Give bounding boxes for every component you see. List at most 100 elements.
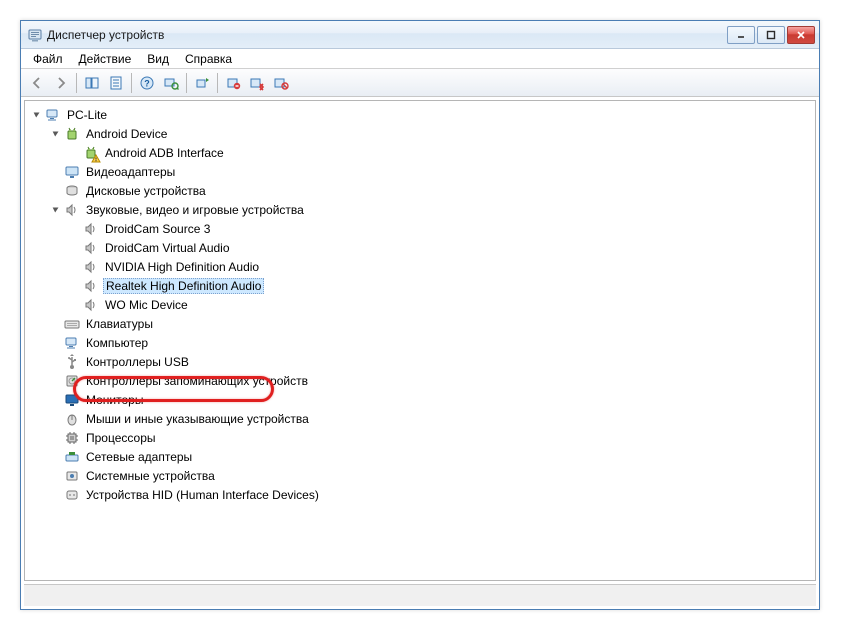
- audio-icon: [83, 240, 99, 256]
- android-warn-icon: [83, 145, 99, 161]
- tree-node-label: Дисковые устройства: [84, 184, 208, 198]
- network-icon: [64, 449, 80, 465]
- tree-node-label: Контроллеры USB: [84, 355, 191, 369]
- expander-open[interactable]: [50, 128, 62, 140]
- usb-icon: [64, 354, 80, 370]
- tree-node[interactable]: DroidCam Virtual Audio: [27, 238, 813, 257]
- window-title: Диспетчер устройств: [47, 28, 727, 42]
- tree-node[interactable]: NVIDIA High Definition Audio: [27, 257, 813, 276]
- device-tree-panel[interactable]: PC-Lite Android Device Android ADB Interfa…: [24, 100, 816, 581]
- tree-node-label: Мыши и иные указывающие устройства: [84, 412, 311, 426]
- computer-icon: [45, 107, 61, 123]
- tree-node[interactable]: Android Device: [27, 124, 813, 143]
- expander-none: [50, 337, 62, 349]
- menu-help[interactable]: Справка: [177, 50, 240, 68]
- svg-text:?: ?: [144, 78, 150, 88]
- audio-icon: [83, 297, 99, 313]
- tree-node[interactable]: Процессоры: [27, 428, 813, 447]
- tree-node-label: DroidCam Virtual Audio: [103, 241, 232, 255]
- uninstall-button[interactable]: [222, 72, 244, 94]
- tree-node[interactable]: Системные устройства: [27, 466, 813, 485]
- mouse-icon: [64, 411, 80, 427]
- expander-none: [50, 432, 62, 444]
- tree-node[interactable]: Устройства HID (Human Interface Devices): [27, 485, 813, 504]
- tree-node-label: Системные устройства: [84, 469, 217, 483]
- enable-button[interactable]: [270, 72, 292, 94]
- computer-icon: [64, 335, 80, 351]
- storage-icon: [64, 373, 80, 389]
- expander-none: [50, 489, 62, 501]
- tree-node[interactable]: Мыши и иные указывающие устройства: [27, 409, 813, 428]
- expander-none: [50, 318, 62, 330]
- window-controls: [727, 26, 815, 44]
- disk-icon: [64, 183, 80, 199]
- show-hide-console-button[interactable]: [81, 72, 103, 94]
- audio-icon: [83, 278, 99, 294]
- hid-icon: [64, 487, 80, 503]
- titlebar: Диспетчер устройств: [21, 21, 819, 49]
- tree-node[interactable]: Realtek High Definition Audio: [27, 276, 813, 295]
- cpu-icon: [64, 430, 80, 446]
- tree-node-label: Компьютер: [84, 336, 150, 350]
- tree-node-label: Realtek High Definition Audio: [103, 278, 264, 294]
- tree-node[interactable]: Компьютер: [27, 333, 813, 352]
- help-button[interactable]: ?: [136, 72, 158, 94]
- menubar: Файл Действие Вид Справка: [21, 49, 819, 69]
- keyboard-icon: [64, 316, 80, 332]
- tree-node[interactable]: Клавиатуры: [27, 314, 813, 333]
- disable-button[interactable]: [246, 72, 268, 94]
- minimize-button[interactable]: [727, 26, 755, 44]
- expander-none: [69, 223, 81, 235]
- expander-none: [50, 394, 62, 406]
- tree-node[interactable]: Android ADB Interface: [27, 143, 813, 162]
- maximize-button[interactable]: [757, 26, 785, 44]
- tree-node[interactable]: PC-Lite: [27, 105, 813, 124]
- expander-none: [69, 242, 81, 254]
- tree-node[interactable]: Видеоадаптеры: [27, 162, 813, 181]
- tree-node[interactable]: Мониторы: [27, 390, 813, 409]
- system-icon: [64, 468, 80, 484]
- monitor-icon: [64, 392, 80, 408]
- tree-node-label: NVIDIA High Definition Audio: [103, 260, 261, 274]
- tree-node[interactable]: Звуковые, видео и игровые устройства: [27, 200, 813, 219]
- expander-none: [50, 185, 62, 197]
- menu-file[interactable]: Файл: [25, 50, 71, 68]
- tree-node-label: PC-Lite: [65, 108, 109, 122]
- app-icon: [27, 27, 43, 43]
- forward-button[interactable]: [50, 72, 72, 94]
- expander-open[interactable]: [50, 204, 62, 216]
- tree-node[interactable]: Сетевые адаптеры: [27, 447, 813, 466]
- menu-action[interactable]: Действие: [71, 50, 140, 68]
- tree-node-label: Клавиатуры: [84, 317, 155, 331]
- tree-node[interactable]: Контроллеры запоминающих устройств: [27, 371, 813, 390]
- expander-none: [50, 470, 62, 482]
- tree-node[interactable]: Дисковые устройства: [27, 181, 813, 200]
- update-driver-button[interactable]: [191, 72, 213, 94]
- expander-open[interactable]: [31, 109, 43, 121]
- toolbar: ?: [21, 69, 819, 97]
- close-button[interactable]: [787, 26, 815, 44]
- expander-none: [69, 261, 81, 273]
- expander-none: [50, 413, 62, 425]
- back-button[interactable]: [26, 72, 48, 94]
- menu-view[interactable]: Вид: [139, 50, 177, 68]
- expander-none: [69, 280, 81, 292]
- android-icon: [64, 126, 80, 142]
- audio-icon: [83, 259, 99, 275]
- scan-hardware-button[interactable]: [160, 72, 182, 94]
- tree-node[interactable]: Контроллеры USB: [27, 352, 813, 371]
- statusbar: [24, 584, 816, 606]
- expander-none: [50, 375, 62, 387]
- device-manager-window: Диспетчер устройств Файл Действие Вид Сп…: [20, 20, 820, 610]
- expander-none: [69, 299, 81, 311]
- tree-node-label: Звуковые, видео и игровые устройства: [84, 203, 306, 217]
- properties-button[interactable]: [105, 72, 127, 94]
- tree-node-label: Android ADB Interface: [103, 146, 226, 160]
- tree-node-label: WO Mic Device: [103, 298, 190, 312]
- tree-node[interactable]: DroidCam Source 3: [27, 219, 813, 238]
- tree-node[interactable]: WO Mic Device: [27, 295, 813, 314]
- tree-node-label: Видеоадаптеры: [84, 165, 177, 179]
- tree-node-label: Мониторы: [84, 393, 145, 407]
- expander-none: [50, 166, 62, 178]
- audio-icon: [83, 221, 99, 237]
